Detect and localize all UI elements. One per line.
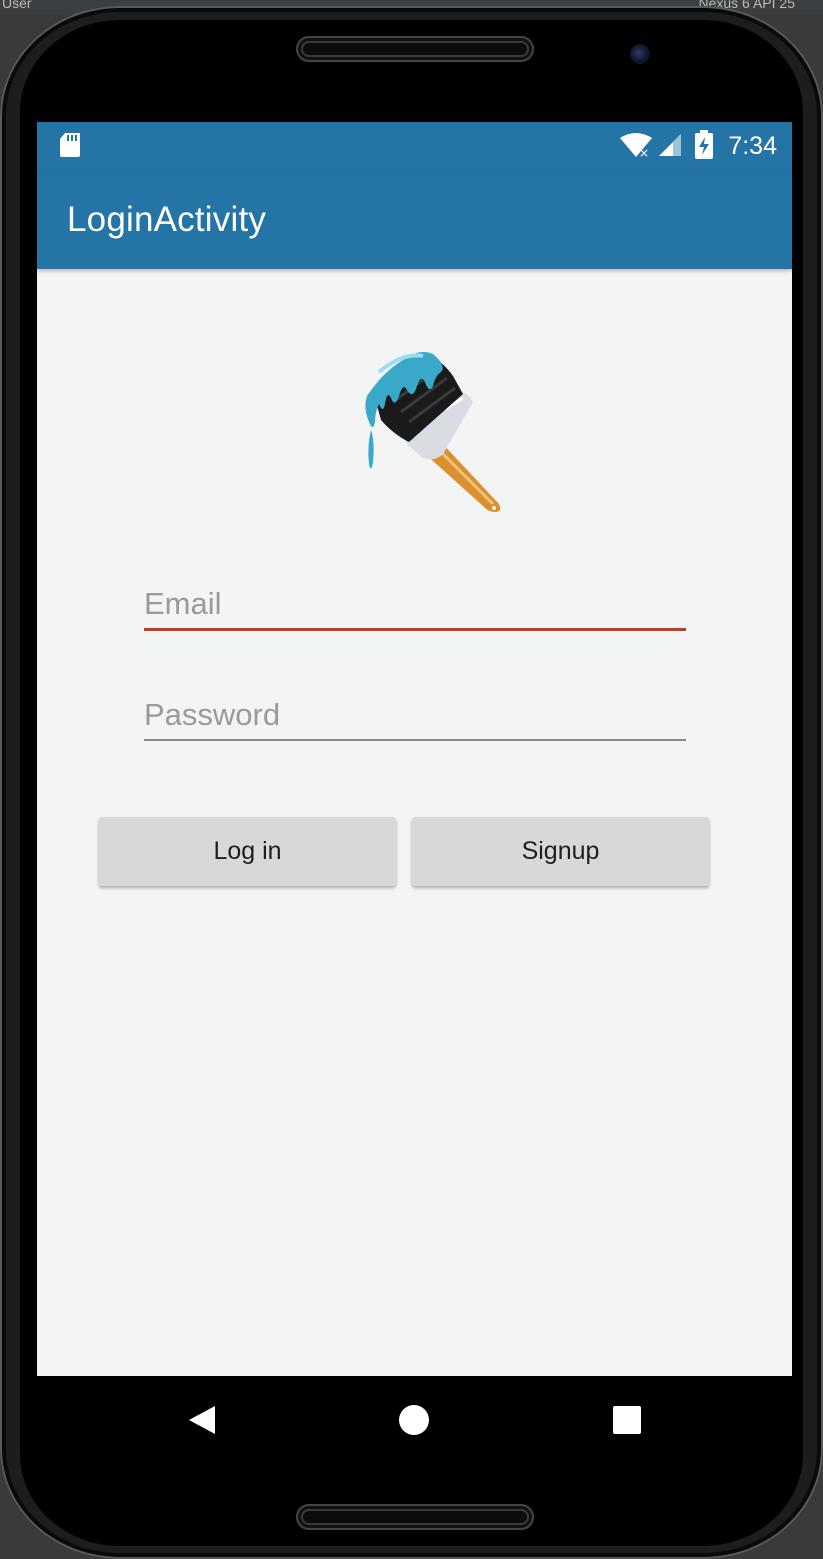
- wifi-icon: ×: [620, 133, 652, 158]
- back-button[interactable]: [157, 1376, 247, 1464]
- signal-icon: [659, 134, 681, 156]
- email-underline: [144, 628, 686, 631]
- recents-button[interactable]: [582, 1376, 672, 1464]
- password-field[interactable]: [144, 695, 686, 741]
- status-time: 7:34: [728, 132, 777, 160]
- email-field[interactable]: [144, 584, 686, 631]
- ide-user-label: User: [2, 0, 32, 11]
- recents-icon: [613, 1406, 641, 1434]
- front-camera: [630, 44, 650, 64]
- app-title: LoginActivity: [67, 200, 267, 239]
- password-input[interactable]: [144, 695, 686, 735]
- top-speaker: [296, 36, 534, 62]
- paintbrush-icon: [365, 352, 501, 512]
- svg-text:×: ×: [639, 146, 649, 158]
- status-bar: × 7:34: [37, 122, 792, 170]
- app-bar: LoginActivity: [37, 170, 792, 269]
- signup-button[interactable]: Signup: [412, 817, 709, 886]
- app-screen: × 7:34 LoginActivity Email Log in Signup: [37, 122, 792, 1376]
- navigation-bar: [37, 1376, 792, 1464]
- home-icon: [399, 1405, 429, 1435]
- password-underline: [144, 739, 686, 741]
- login-button[interactable]: Log in: [99, 817, 396, 886]
- email-input[interactable]: [144, 584, 686, 624]
- back-icon: [189, 1406, 215, 1434]
- sd-card-icon: [60, 133, 80, 157]
- home-button[interactable]: [369, 1376, 459, 1464]
- bottom-speaker: [296, 1504, 534, 1530]
- battery-charging-icon: [695, 130, 713, 159]
